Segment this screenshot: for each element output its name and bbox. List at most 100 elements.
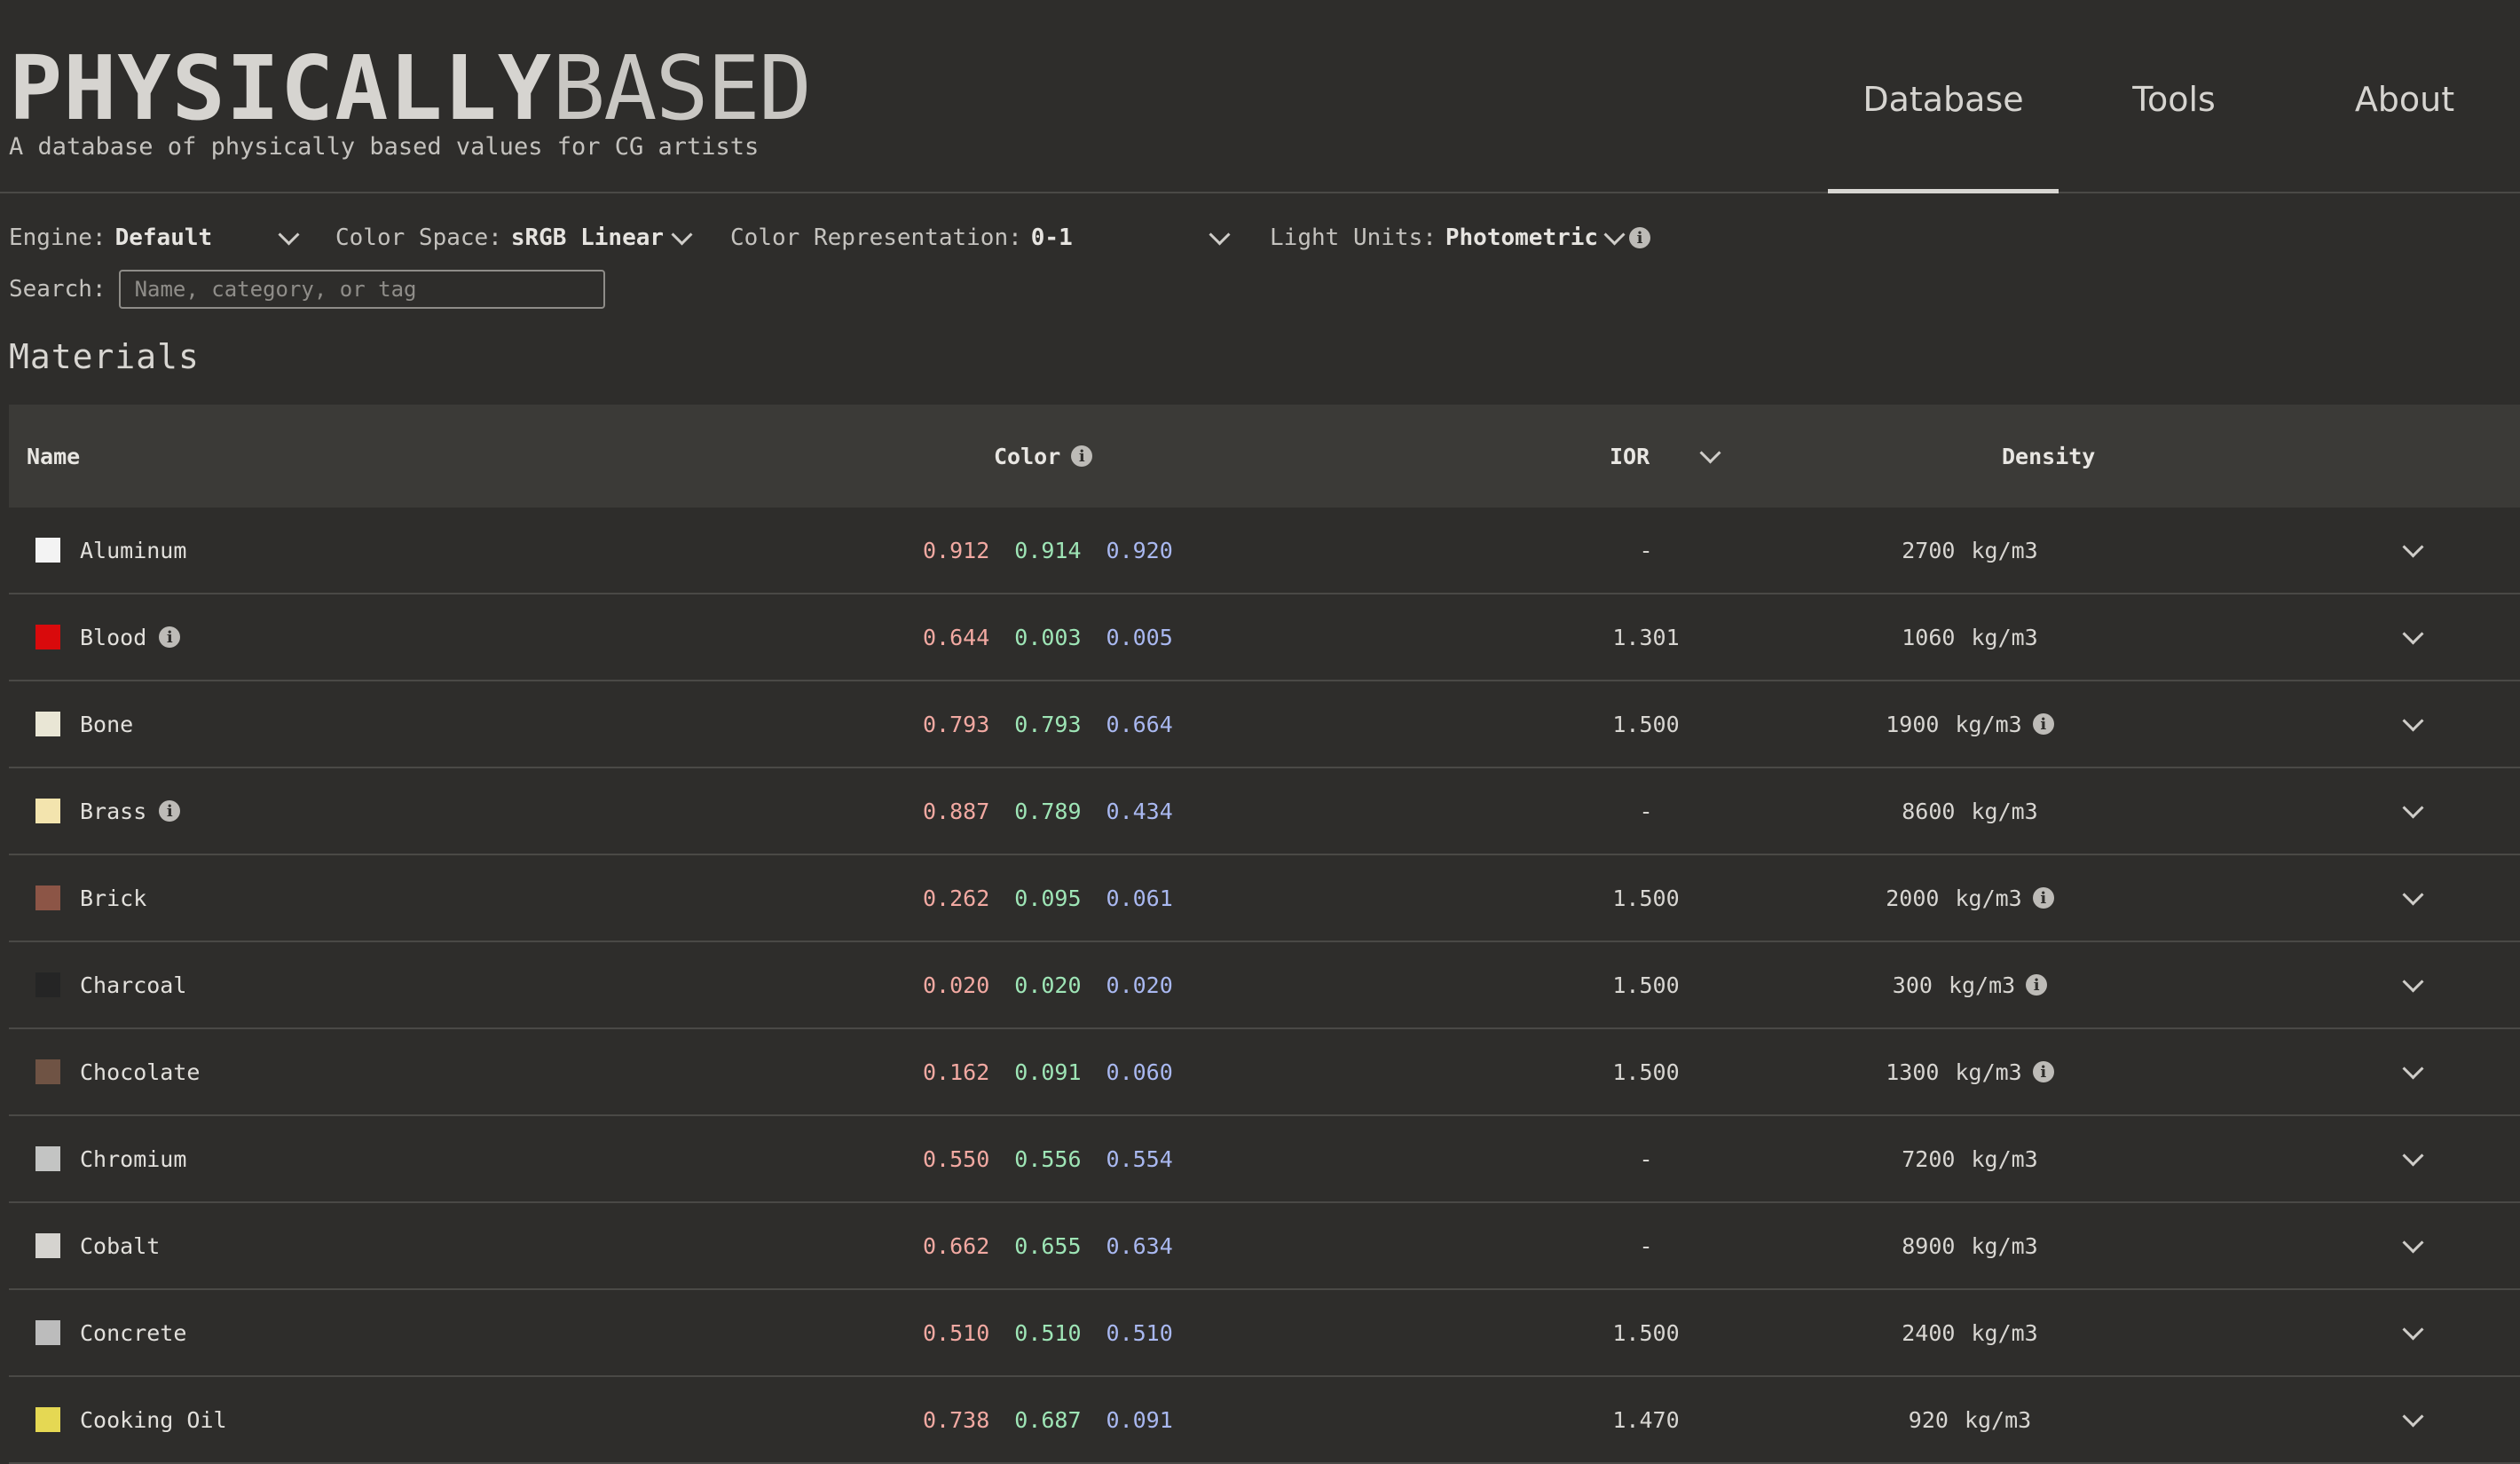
density-cell: 1900 kg/m3 i xyxy=(1810,681,2130,767)
info-icon[interactable]: i xyxy=(159,626,181,648)
chevron-down-icon xyxy=(2401,622,2424,645)
material-name-cell[interactable]: Bone xyxy=(80,681,133,767)
search-input[interactable] xyxy=(118,270,605,309)
expand-row-button[interactable] xyxy=(2399,508,2426,593)
expand-row-button[interactable] xyxy=(2399,1116,2426,1201)
info-icon[interactable]: i xyxy=(2026,974,2048,996)
color-green-value: 0.789 xyxy=(1014,798,1082,824)
color-blue-value: 0.554 xyxy=(1106,1145,1173,1172)
color-red-value: 0.644 xyxy=(923,624,990,650)
table-row[interactable]: Bone 0.793 0.793 0.664 1.500 1900 kg/m3 i xyxy=(9,681,2520,768)
color-red-value: 0.887 xyxy=(923,798,990,824)
color-space-select[interactable]: Color Space: sRGB Linear xyxy=(335,223,693,251)
table-row[interactable]: Cobalt 0.662 0.655 0.634 - 8900 kg/m3 xyxy=(9,1203,2520,1290)
table-row[interactable]: Chocolate 0.162 0.091 0.060 1.500 1300 kg/m3 i xyxy=(9,1029,2520,1116)
density-value: 2700 xyxy=(1902,537,1956,563)
info-icon[interactable]: i xyxy=(1629,227,1651,248)
color-representation-select[interactable]: Color Representation: 0-1 xyxy=(730,223,1232,251)
nav-about[interactable]: About xyxy=(2289,80,2520,192)
expand-row-button[interactable] xyxy=(2399,1203,2426,1288)
table-row[interactable]: Chromium 0.550 0.556 0.554 - 7200 kg/m3 xyxy=(9,1116,2520,1203)
engine-select[interactable]: Engine: Default xyxy=(9,223,307,251)
material-name-cell[interactable]: Brick xyxy=(80,855,146,941)
color-values: 0.510 0.510 0.510 xyxy=(923,1290,1173,1375)
header-color[interactable]: Color i xyxy=(994,405,1093,508)
table-row[interactable]: Charcoal 0.020 0.020 0.020 1.500 300 kg/m3 i xyxy=(9,942,2520,1029)
material-name-cell[interactable]: Concrete xyxy=(80,1290,186,1375)
material-name: Cooking Oil xyxy=(80,1406,227,1433)
ior-value: 1.301 xyxy=(1612,624,1680,650)
ior-value: - xyxy=(1639,537,1653,563)
table-header: Name Color i IOR Density xyxy=(9,405,2520,508)
info-icon[interactable]: i xyxy=(159,800,181,822)
expand-row-button[interactable] xyxy=(2399,768,2426,854)
material-name-cell[interactable]: Cooking Oil xyxy=(80,1377,227,1462)
density-cell: 300 kg/m3 i xyxy=(1810,942,2130,1027)
color-green-value: 0.556 xyxy=(1014,1145,1082,1172)
chevron-down-icon xyxy=(671,223,693,246)
color-blue-value: 0.005 xyxy=(1106,624,1173,650)
expand-row-button[interactable] xyxy=(2399,1290,2426,1375)
color-values: 0.262 0.095 0.061 xyxy=(923,855,1173,941)
table-row[interactable]: Brass i 0.887 0.789 0.434 - 8600 kg/m3 xyxy=(9,768,2520,855)
light-units-select[interactable]: Light Units: Photometric xyxy=(1270,223,1626,251)
site-logo[interactable]: PHYSICALLYBASED xyxy=(9,35,812,142)
table-row[interactable]: Brick 0.262 0.095 0.061 1.500 2000 kg/m3 i xyxy=(9,855,2520,942)
header-name[interactable]: Name xyxy=(27,405,80,508)
info-icon[interactable]: i xyxy=(1071,445,1093,467)
color-values: 0.912 0.914 0.920 xyxy=(923,508,1173,593)
info-icon[interactable]: i xyxy=(2032,887,2054,909)
material-name-cell[interactable]: Chromium xyxy=(80,1116,186,1201)
logo-strong-text: PHYSICALLY xyxy=(9,36,553,140)
material-name-cell[interactable]: Chocolate xyxy=(80,1029,200,1114)
expand-row-button[interactable] xyxy=(2399,1029,2426,1114)
density-cell: 8900 kg/m3 xyxy=(1810,1203,2130,1288)
header-density[interactable]: Density xyxy=(2002,405,2095,508)
chevron-down-icon xyxy=(2401,796,2424,819)
material-name: Chocolate xyxy=(80,1059,201,1085)
density-unit: kg/m3 xyxy=(1955,885,2022,911)
chevron-down-icon xyxy=(2401,883,2424,906)
density-unit: kg/m3 xyxy=(1971,798,2038,824)
density-value: 8900 xyxy=(1902,1232,1956,1259)
table-row[interactable]: Cooking Oil 0.738 0.687 0.091 1.470 920 kg/m3 xyxy=(9,1377,2520,1464)
material-name: Blood xyxy=(80,624,147,650)
density-cell: 2000 kg/m3 i xyxy=(1810,855,2130,941)
expand-row-button[interactable] xyxy=(2399,594,2426,680)
nav-database[interactable]: Database xyxy=(1828,80,2059,193)
chevron-down-icon xyxy=(2401,1231,2424,1254)
density-value: 2400 xyxy=(1902,1319,1956,1346)
header-ior[interactable]: IOR xyxy=(1610,405,1721,508)
color-red-value: 0.793 xyxy=(923,711,990,737)
table-row[interactable]: Concrete 0.510 0.510 0.510 1.500 2400 kg/m3 xyxy=(9,1290,2520,1377)
table-row[interactable]: Aluminum 0.912 0.914 0.920 - 2700 kg/m3 xyxy=(9,508,2520,594)
info-icon[interactable]: i xyxy=(2032,1061,2054,1082)
material-name-cell[interactable]: Charcoal xyxy=(80,942,186,1027)
ior-value: 1.500 xyxy=(1612,711,1680,737)
color-swatch xyxy=(35,1233,60,1258)
color-blue-value: 0.434 xyxy=(1106,798,1173,824)
expand-row-button[interactable] xyxy=(2399,855,2426,941)
nav-tools[interactable]: Tools xyxy=(2059,80,2289,192)
info-icon[interactable]: i xyxy=(2032,713,2054,735)
color-red-value: 0.738 xyxy=(923,1406,990,1433)
color-representation-label: Color Representation: xyxy=(730,224,1022,251)
density-unit: kg/m3 xyxy=(1964,1406,2032,1433)
material-name-cell[interactable]: Aluminum xyxy=(80,508,186,593)
table-row[interactable]: Blood i 0.644 0.003 0.005 1.301 1060 kg/m3 xyxy=(9,594,2520,681)
filter-bar: Engine: Default Color Space: sRGB Linear… xyxy=(9,220,1651,256)
material-name-cell[interactable]: Brass i xyxy=(80,768,181,854)
material-name: Concrete xyxy=(80,1319,187,1346)
expand-row-button[interactable] xyxy=(2399,1377,2426,1462)
expand-row-button[interactable] xyxy=(2399,942,2426,1027)
color-blue-value: 0.634 xyxy=(1106,1232,1173,1259)
material-name: Cobalt xyxy=(80,1232,161,1259)
material-name-cell[interactable]: Cobalt xyxy=(80,1203,160,1288)
density-unit: kg/m3 xyxy=(1948,972,2016,998)
density-unit: kg/m3 xyxy=(1971,1145,2038,1172)
ior-value: 1.500 xyxy=(1612,1059,1680,1085)
expand-row-button[interactable] xyxy=(2399,681,2426,767)
materials-table: Name Color i IOR Density Aluminum 0.912 0.… xyxy=(9,405,2520,1464)
material-name-cell[interactable]: Blood i xyxy=(80,594,181,680)
ior-value: - xyxy=(1639,798,1653,824)
